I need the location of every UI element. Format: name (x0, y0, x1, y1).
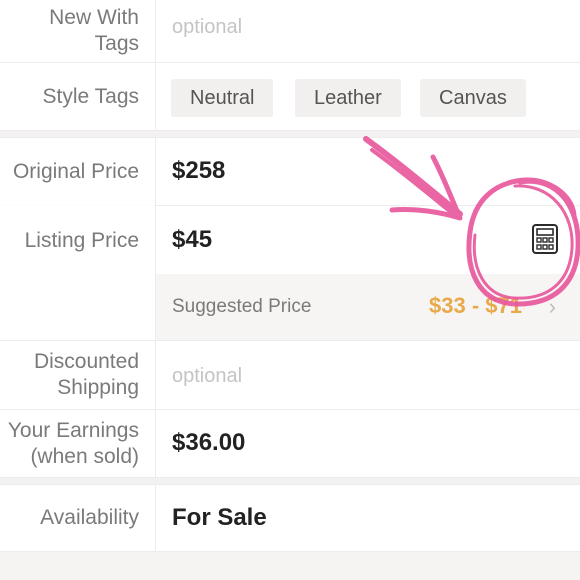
section-separator (0, 130, 580, 138)
original-price-value: $258 (172, 157, 226, 184)
style-tags-area: Neutral Leather Canvas (155, 63, 580, 130)
discounted-shipping-label-text: Discounted Shipping (33, 350, 139, 399)
bottom-strip (0, 552, 580, 580)
original-price-label: Original Price (12, 159, 139, 183)
style-tag-canvas[interactable]: Canvas (420, 79, 526, 117)
row-style-tags: Style Tags Neutral Leather Canvas (0, 63, 580, 130)
listing-price-field[interactable]: $45 (155, 206, 580, 274)
new-with-tags-label-text: New With Tags (49, 6, 139, 55)
listing-price-label: Listing Price (0, 206, 155, 274)
row-new-with-tags: New With Tags optional (0, 0, 580, 62)
suggested-price-row[interactable]: Suggested Price $33 - $71 › (155, 274, 580, 340)
row-original-price: Original Price $258 (0, 138, 580, 205)
listing-price-value: $45 (172, 226, 213, 253)
section-separator (0, 477, 580, 485)
row-discounted-shipping: Discounted Shipping optional (0, 341, 580, 409)
discounted-shipping-field[interactable]: optional (155, 341, 580, 409)
discounted-shipping-placeholder: optional (172, 365, 243, 387)
discounted-shipping-label: Discounted Shipping (0, 341, 155, 409)
availability-label: Availability (40, 506, 139, 529)
calculator-icon[interactable] (531, 224, 559, 254)
new-with-tags-placeholder: optional (172, 16, 243, 38)
suggested-price-label: Suggested Price (172, 296, 312, 317)
style-tag-neutral[interactable]: Neutral (171, 79, 274, 117)
row-availability: Availability For Sale (0, 485, 580, 551)
row-listing-price: Listing Price $45 (0, 206, 580, 274)
availability-value: For Sale (172, 504, 267, 531)
chevron-right-icon: › (548, 294, 556, 319)
new-with-tags-field[interactable]: optional (155, 0, 580, 62)
availability-field[interactable]: For Sale (155, 485, 580, 551)
your-earnings-value: $36.00 (172, 429, 246, 456)
style-tag-leather[interactable]: Leather (295, 79, 401, 117)
suggested-price-value: $33 - $71 (429, 293, 522, 318)
row-your-earnings: Your Earnings (when sold) $36.00 (0, 410, 580, 477)
original-price-field[interactable]: $258 (155, 138, 580, 205)
new-with-tags-label: New With Tags (0, 0, 155, 62)
your-earnings-field: $36.00 (155, 410, 580, 477)
listing-price-label-text: Listing Price (24, 229, 139, 252)
your-earnings-label: Your Earnings (when sold) (0, 410, 155, 477)
style-tags-label: Style Tags (42, 84, 140, 108)
your-earnings-label-text: Your Earnings (when sold) (7, 418, 139, 468)
